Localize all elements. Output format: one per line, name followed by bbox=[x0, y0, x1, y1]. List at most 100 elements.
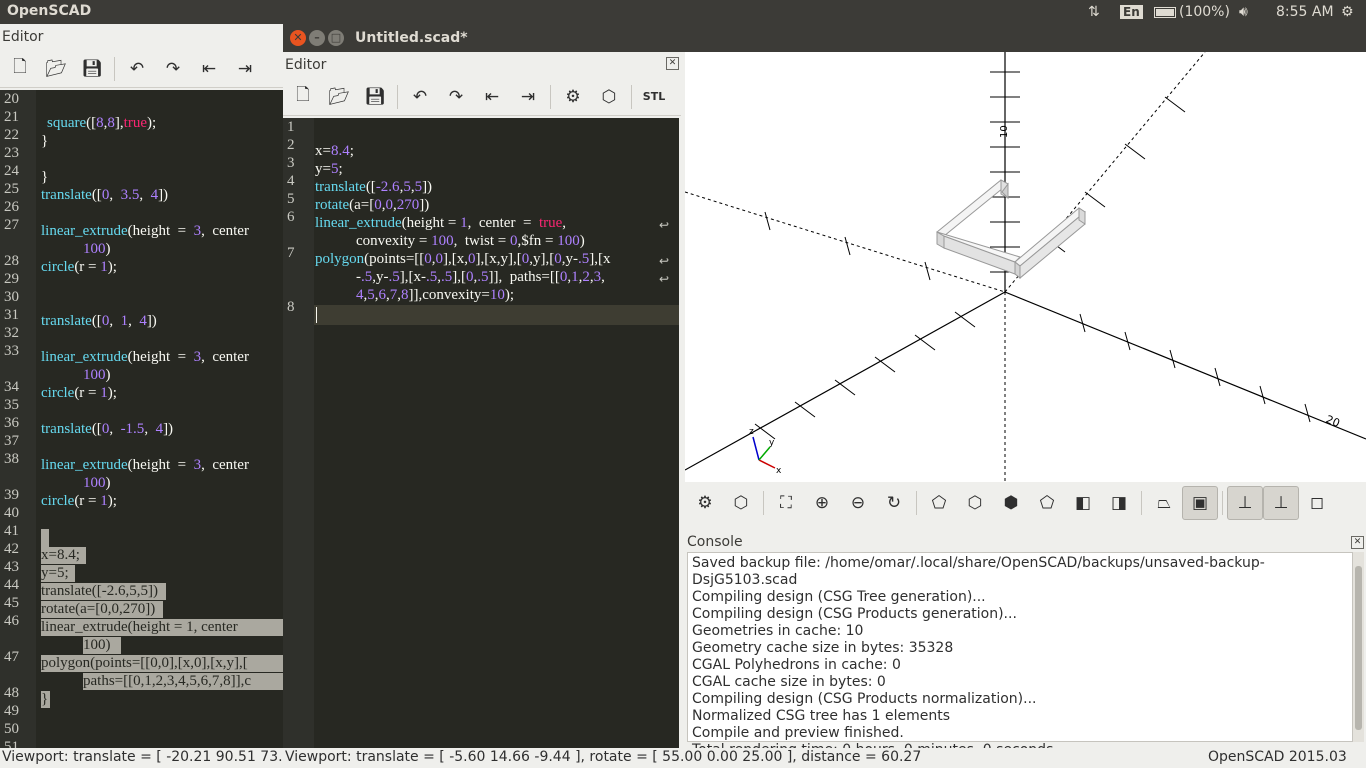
line-number: 40 bbox=[4, 505, 19, 521]
keyboard-layout-indicator[interactable]: En bbox=[1120, 5, 1143, 19]
line-number: 41 bbox=[4, 523, 19, 539]
window-title: Untitled.scad* bbox=[355, 30, 468, 46]
gizmo-y-label: y bbox=[769, 438, 775, 448]
console-line: Normalized CSG tree has 1 elements bbox=[692, 708, 950, 724]
export-stl-button[interactable]: STL bbox=[636, 82, 672, 112]
selected-code-line: x=8.4; bbox=[41, 547, 86, 564]
render-icon[interactable]: ⬡ bbox=[723, 486, 759, 520]
show-edges-icon[interactable]: ◻ bbox=[1299, 486, 1335, 520]
view-bottom-icon[interactable]: ⬢ bbox=[993, 486, 1029, 520]
status-bar: Viewport: translate = [ -20.21 90.51 73.… bbox=[0, 748, 1366, 768]
view-top-icon[interactable]: ⬡ bbox=[957, 486, 993, 520]
selected-code-line: y=5; bbox=[41, 565, 75, 582]
code-line-3: y=5; bbox=[315, 161, 343, 177]
gizmo-x-label: x bbox=[776, 466, 782, 476]
console-line: Compile and preview finished. bbox=[692, 725, 904, 741]
redo-icon[interactable]: ↷ bbox=[155, 54, 191, 84]
save-icon[interactable]: 💾︎ bbox=[74, 54, 110, 84]
redo-icon[interactable]: ↷ bbox=[438, 82, 474, 112]
close-panel-icon[interactable]: ✕ bbox=[1351, 536, 1364, 549]
line-number: 31 bbox=[4, 307, 19, 323]
line-number: 6 bbox=[287, 209, 295, 225]
maximize-window-button[interactable]: □ bbox=[328, 30, 344, 46]
perspective-icon[interactable]: ⏢ bbox=[1146, 486, 1182, 520]
gear-icon[interactable]: ⚙ bbox=[1341, 0, 1354, 24]
console-line: Geometry cache size in bytes: 35328 bbox=[692, 640, 954, 656]
orthogonal-icon[interactable]: ▣ bbox=[1182, 486, 1218, 520]
show-scale-markers-icon[interactable]: ⊥ bbox=[1263, 486, 1299, 520]
code-line: 100) bbox=[83, 475, 111, 491]
new-file-icon[interactable]: 🗋 bbox=[285, 82, 321, 112]
undo-icon[interactable]: ↶ bbox=[402, 82, 438, 112]
toolbar-separator bbox=[763, 491, 764, 515]
save-icon[interactable]: 💾︎ bbox=[357, 82, 393, 112]
view-front-icon[interactable]: ◧ bbox=[1065, 486, 1101, 520]
unindent-icon[interactable]: ⇤ bbox=[474, 82, 510, 112]
3d-viewport[interactable]: 10 20 z y x bbox=[685, 52, 1366, 482]
line-number: 35 bbox=[4, 397, 19, 413]
editor-panel: Editor ✕ 🗋 📂︎ 💾︎ ↶ ↷ ⇤ ⇥ ⚙ ⬡ STL 1 2 3 4 5 6 7… bbox=[283, 52, 681, 748]
console-line: CGAL cache size in bytes: 0 bbox=[692, 674, 886, 690]
toolbar-separator bbox=[114, 56, 115, 81]
view-back-icon[interactable]: ◨ bbox=[1101, 486, 1137, 520]
line-number: 36 bbox=[4, 415, 19, 431]
show-axes-icon[interactable]: ⊥ bbox=[1227, 486, 1263, 520]
open-folder-icon[interactable]: 📂︎ bbox=[38, 54, 74, 84]
network-icon[interactable]: ⇅ bbox=[1088, 0, 1100, 24]
background-code-editor[interactable]: 20 21 22 23 24 25 26 27 28 29 30 31 32 33 34 35 36 37 38 39… bbox=[0, 90, 283, 748]
selected-code-line: linear_extrude(height = 1, center bbox=[41, 619, 283, 636]
console-line: CGAL Polyhedrons in cache: 0 bbox=[692, 657, 901, 673]
selected-code-line: polygon(points=[[0,0],[x,0],[x,y],[ bbox=[41, 655, 283, 672]
unindent-icon[interactable]: ⇤ bbox=[191, 54, 227, 84]
indent-icon[interactable]: ⇥ bbox=[510, 82, 546, 112]
code-line-6-wrap: convexity = 100, twist = 0,$fn = 100) bbox=[356, 233, 585, 249]
scrollbar-thumb[interactable] bbox=[1355, 566, 1362, 730]
code-line-2: x=8.4; bbox=[315, 143, 354, 159]
selected-code-line: paths=[[0,1,2,3,4,5,6,7,8]],c bbox=[83, 673, 283, 690]
line-number: 43 bbox=[4, 559, 19, 575]
console-output[interactable]: Saved backup file: /home/omar/.local/sha… bbox=[687, 552, 1353, 758]
code-line: 100) bbox=[83, 241, 111, 257]
indent-icon[interactable]: ⇥ bbox=[227, 54, 263, 84]
code-editor[interactable]: 1 2 3 4 5 6 7 8 x=8.4; y=5; translate([-2.6,5,5… bbox=[283, 118, 679, 748]
battery-indicator[interactable]: (100%) bbox=[1154, 0, 1230, 24]
view-all-icon[interactable]: ⛶ bbox=[768, 486, 804, 520]
code-line: circle(r = 1); bbox=[41, 259, 117, 275]
console-line: Compiling design (CSG Tree generation)..… bbox=[692, 589, 986, 605]
line-number: 32 bbox=[4, 325, 19, 341]
new-file-icon[interactable]: 🗋 bbox=[2, 54, 38, 84]
version-label: OpenSCAD 2015.03 bbox=[1208, 749, 1347, 765]
selected-code-line bbox=[41, 529, 49, 547]
line-number: 27 bbox=[4, 217, 19, 233]
reset-view-icon[interactable]: ↻ bbox=[876, 486, 912, 520]
line-number: 47 bbox=[4, 649, 19, 665]
selected-code-line: 100) bbox=[83, 637, 121, 654]
volume-icon[interactable]: 🔊︎ bbox=[1239, 0, 1248, 24]
undo-icon[interactable]: ↶ bbox=[119, 54, 155, 84]
render-icon[interactable]: ⬡ bbox=[591, 82, 627, 112]
close-panel-icon[interactable]: ✕ bbox=[666, 57, 679, 70]
view-left-icon[interactable]: ⬠ bbox=[1029, 486, 1065, 520]
x-axis-positive bbox=[1004, 291, 1366, 440]
preview-icon[interactable]: ⚙ bbox=[687, 486, 723, 520]
line-number: 49 bbox=[4, 703, 19, 719]
console-line: Geometries in cache: 10 bbox=[692, 623, 864, 639]
view-right-icon[interactable]: ⬠ bbox=[921, 486, 957, 520]
close-window-button[interactable]: ✕ bbox=[290, 30, 306, 46]
line-number: 30 bbox=[4, 289, 19, 305]
zoom-out-icon[interactable]: ⊖ bbox=[840, 486, 876, 520]
toolbar-separator bbox=[1222, 491, 1223, 515]
console-scrollbar[interactable] bbox=[1353, 552, 1364, 742]
code-line: } bbox=[41, 133, 49, 149]
minimize-window-button[interactable]: – bbox=[309, 30, 325, 46]
code-line: linear_extrude(height = 3, center bbox=[41, 223, 249, 239]
console-line: Compiling design (CSG Products normaliza… bbox=[692, 691, 1037, 707]
line-number: 34 bbox=[4, 379, 19, 395]
clock[interactable]: 8:55 AM bbox=[1276, 0, 1334, 24]
preview-icon[interactable]: ⚙ bbox=[555, 82, 591, 112]
zoom-in-icon[interactable]: ⊕ bbox=[804, 486, 840, 520]
wrap-indicator-icon: ↩ bbox=[659, 218, 670, 232]
battery-icon bbox=[1154, 6, 1176, 18]
line-number: 42 bbox=[4, 541, 19, 557]
open-folder-icon[interactable]: 📂︎ bbox=[321, 82, 357, 112]
